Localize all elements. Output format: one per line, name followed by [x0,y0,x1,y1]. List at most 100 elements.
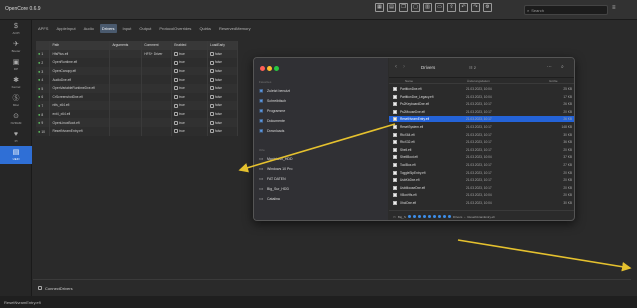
finder-sidebar-item[interactable]: ▭ FAT DATEN [259,175,286,183]
table-row[interactable]: ● 7 ntfs_x64.efi true false [36,101,238,110]
enabled-checkbox[interactable] [174,60,179,65]
loadearly-checkbox[interactable] [210,69,215,74]
cell-enabled[interactable]: true [171,92,209,102]
window-icon[interactable]: ▢ [411,3,420,12]
tab-protocoloverrides[interactable]: ProtocolOverrides [157,24,193,33]
col-loadearly-header[interactable]: LoadEarly [207,41,238,50]
cell-comment[interactable] [141,118,173,127]
folder-icon[interactable]: ▭ [435,3,444,12]
finder-sidebar-item[interactable]: ▭ Catalina [259,195,280,203]
file-row[interactable]: Shell.efi 21.03.2023, 10:17 20 KB [389,147,574,153]
file-row[interactable]: VBoxHfs.efi 21.03.2023, 10:04 20 KB [389,192,574,198]
forward-icon[interactable]: › [403,64,405,70]
col-date[interactable]: Änderungsdatum [467,79,490,83]
cell-enabled[interactable]: true [171,49,209,59]
file-row[interactable]: ToolBox.efi 21.03.2023, 10:17 27 KB [389,162,574,168]
enabled-checkbox[interactable] [174,86,179,91]
cell-loadearly[interactable]: false [207,83,238,93]
finder-sidebar-item[interactable]: ▣ Programme [259,107,285,115]
tab-audio[interactable]: Audio [82,24,96,33]
cell-comment[interactable] [141,75,173,84]
cell-arguments[interactable] [109,75,143,84]
search-input[interactable]: ⌕ Search [524,5,608,15]
tab-input[interactable]: Input [121,24,134,33]
enabled-checkbox[interactable] [174,77,179,82]
loadearly-checkbox[interactable] [210,103,215,108]
cell-arguments[interactable] [109,126,143,136]
cell-arguments[interactable] [109,109,143,119]
file-row[interactable]: PartitionDxe.efi 21.03.2023, 10:04 25 KB [389,86,574,92]
redo-icon[interactable]: ↷ [471,3,480,12]
cell-arguments[interactable] [109,92,143,102]
cell-loadearly[interactable]: false [207,92,238,102]
table-row[interactable]: ● 9 OpenLinuxBoot.efi true false [36,118,238,127]
cell-comment[interactable] [141,58,173,67]
enabled-checkbox[interactable] [174,120,179,125]
cell-loadearly[interactable]: false [207,101,238,110]
loadearly-checkbox[interactable] [210,120,215,125]
col-name[interactable]: Name [405,79,413,83]
cell-arguments[interactable] [109,101,143,110]
tab-quirks[interactable]: Quirks [197,24,213,33]
table-row[interactable]: ● 6 CrScreenshotDxe.efi true false [36,92,238,102]
cell-loadearly[interactable]: false [207,66,238,76]
cell-path[interactable]: AudioDxe.efi [49,75,111,84]
cell-enabled[interactable]: true [171,58,209,67]
table-row[interactable]: ● 2 OpenRuntime.efi true false [36,58,238,67]
col-path-header[interactable]: Path [49,41,111,50]
cell-path[interactable]: ntfs_x64.efi [49,101,111,110]
cell-loadearly[interactable]: false [207,118,238,127]
undo-icon[interactable]: ↶ [459,3,468,12]
col-enabled-header[interactable]: Enabled [171,41,209,50]
cell-path[interactable]: OpenVariableRuntimeDxe.efi [49,83,111,93]
enabled-checkbox[interactable] [174,112,179,117]
cell-comment[interactable]: HFS+ Driver [141,49,173,59]
cell-enabled[interactable]: true [171,83,209,93]
enabled-checkbox[interactable] [174,103,179,108]
close-button[interactable] [260,66,265,71]
enabled-checkbox[interactable] [174,129,179,134]
finder-sidebar-item[interactable]: ▣ Zuletzt benutzt [259,87,290,95]
tab-output[interactable]: Output [137,24,153,33]
file-row[interactable]: Ps2KeyboardDxe.efi 21.03.2023, 10:17 26 KB [389,101,574,107]
connect-drivers-checkbox[interactable] [38,286,42,290]
file-row[interactable]: ResetNvramEntry.efi 21.03.2023, 10:17 26 K… [389,116,574,123]
tab-reservedmemory[interactable]: ReservedMemory [217,24,253,33]
enabled-checkbox[interactable] [174,51,179,56]
table-row[interactable]: ● 5 OpenVariableRuntimeDxe.efi true false [36,83,238,93]
sidebar-item-acpi[interactable]: $ ACPI [0,20,32,38]
cell-arguments[interactable] [109,83,143,93]
cell-path[interactable]: OpenRuntime.efi [49,58,111,67]
cell-enabled[interactable]: true [171,75,209,84]
loadearly-checkbox[interactable] [210,86,215,91]
table-row[interactable]: ● 8 ext4_x64.efi true false [36,109,238,119]
table-row[interactable]: ● 10 ResetNvramEntry.efi true false [36,126,238,136]
file-row[interactable]: UsbKbDxe.efi 21.03.2023, 10:17 20 KB [389,177,574,183]
cell-enabled[interactable]: true [171,66,209,76]
table-row[interactable]: ● 1 HfsPlus.efi HFS+ Driver true false [36,49,238,59]
sidebar-item-nvram[interactable]: ⊙ NVRAM [0,110,32,128]
cell-enabled[interactable]: true [171,126,209,136]
cell-comment[interactable] [141,109,173,119]
enabled-checkbox[interactable] [174,94,179,99]
file-row[interactable]: ToggleSipEntry.efi 21.03.2023, 10:17 20 KB [389,170,574,176]
file-row[interactable]: UsbMouseDxe.efi 21.03.2023, 10:17 20 KB [389,185,574,191]
cell-path[interactable]: OpenCanopy.efi [49,66,111,76]
copy-icon[interactable]: ❐ [399,3,408,12]
loadearly-checkbox[interactable] [210,60,215,65]
table-row[interactable]: ● 4 AudioDxe.efi true false [36,75,238,84]
zoom-button[interactable] [274,66,279,71]
cell-loadearly[interactable]: false [207,49,238,59]
cell-comment[interactable] [141,83,173,93]
cell-path[interactable]: ResetNvramEntry.efi [49,126,111,136]
cell-comment[interactable] [141,92,173,102]
col-comment-header[interactable]: Comment [141,41,173,50]
settings-icon[interactable]: ⚙ [483,3,492,12]
cell-comment[interactable] [141,126,173,136]
cell-arguments[interactable] [109,49,143,59]
cell-enabled[interactable]: true [171,109,209,119]
loadearly-checkbox[interactable] [210,51,215,56]
tab-apfs[interactable]: APFS [36,24,50,33]
save-icon[interactable]: ▤ [387,3,396,12]
sidebar-item-uefi[interactable]: ▤ UEFI [0,146,32,164]
